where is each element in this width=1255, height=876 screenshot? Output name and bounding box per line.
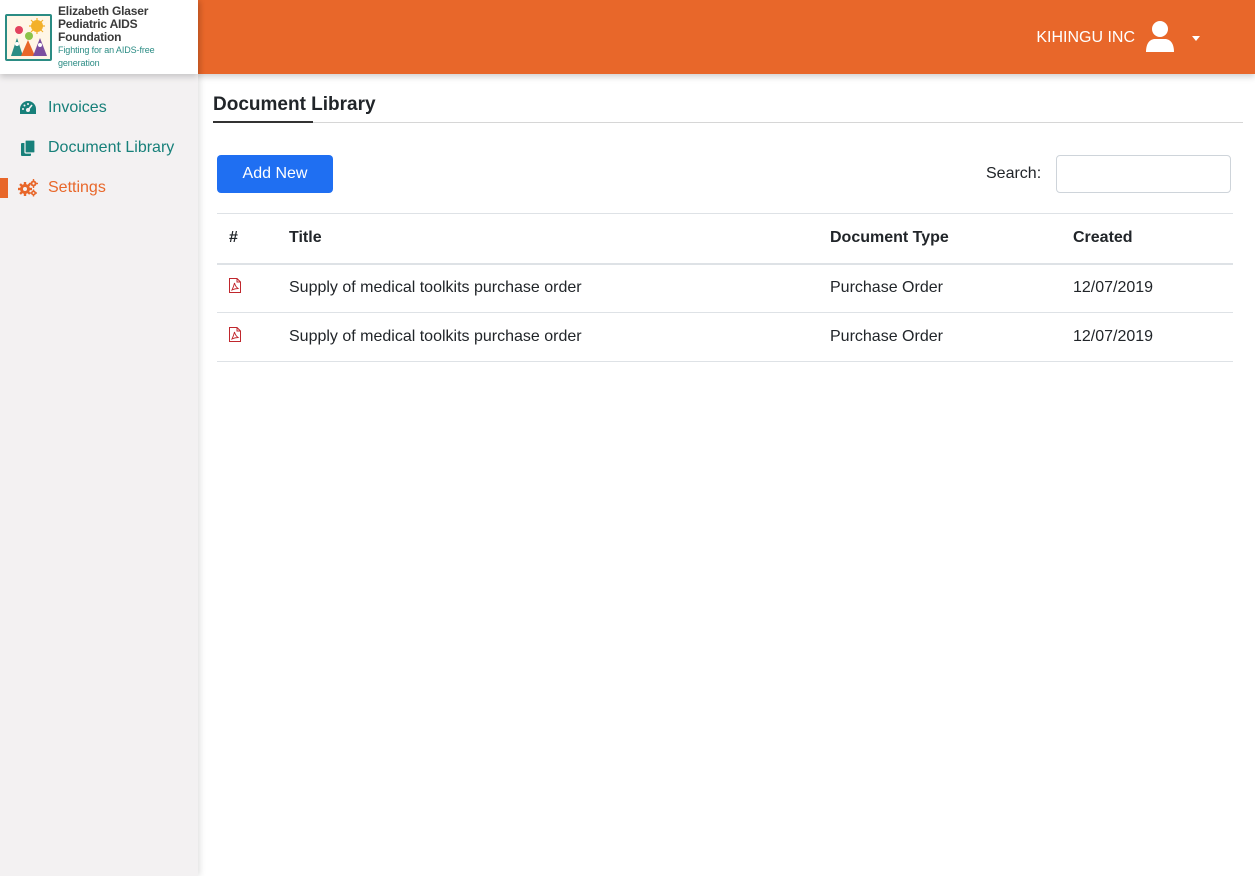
sidebar-nav: Invoices Document Library Settings [0,88,198,208]
column-header-created[interactable]: Created [1061,213,1233,265]
search-label: Search: [986,165,1042,182]
top-bar: KIHINGU INC [198,0,1255,74]
documents-table: # Title Document Type Created Supply of … [217,213,1233,362]
logo-artwork [5,13,52,61]
column-header-number[interactable]: # [217,213,277,265]
sidebar-item-document-library[interactable]: Document Library [0,128,198,168]
title-underline [213,121,313,123]
row-icon-cell [217,263,277,313]
column-header-title[interactable]: Title [277,213,818,265]
main-content: Document Library Add New Search: # Title… [198,74,1255,876]
pdf-file-icon[interactable] [229,327,241,347]
logo-text: Elizabeth Glaser Pediatric AIDS Foundati… [58,3,198,70]
row-icon-cell [217,312,277,362]
caret-down-icon [1192,35,1200,41]
sidebar-item-invoices[interactable]: Invoices [0,88,198,128]
pdf-file-icon[interactable] [229,278,241,298]
page-title: Document Library [213,94,376,115]
sidebar-item-label: Invoices [48,99,107,116]
table-header-row: # Title Document Type Created [217,213,1233,265]
document-type: Purchase Order [818,263,1061,313]
active-indicator [0,178,8,198]
dashboard-icon [18,98,38,118]
page-header: Document Library [213,94,1243,123]
search-input[interactable] [1056,155,1231,193]
sidebar-item-settings[interactable]: Settings [0,168,198,208]
user-name: KIHINGU INC [1036,29,1135,46]
document-type: Purchase Order [818,312,1061,362]
document-title: Supply of medical toolkits purchase orde… [277,312,818,362]
document-title: Supply of medical toolkits purchase orde… [277,263,818,313]
sidebar-item-label: Settings [48,179,106,196]
user-menu[interactable]: KIHINGU INC [1036,18,1200,58]
add-new-button[interactable]: Add New [217,155,333,193]
user-icon [1145,20,1175,57]
table-row[interactable]: Supply of medical toolkits purchase orde… [217,263,1233,313]
sidebar: Elizabeth Glaser Pediatric AIDS Foundati… [0,0,198,876]
document-created: 12/07/2019 [1061,312,1233,362]
cogs-icon [18,178,38,198]
table-row[interactable]: Supply of medical toolkits purchase orde… [217,312,1233,362]
sidebar-item-label: Document Library [48,139,175,156]
logo[interactable]: Elizabeth Glaser Pediatric AIDS Foundati… [0,0,198,74]
column-header-document-type[interactable]: Document Type [818,213,1061,265]
logo-line-1: Elizabeth Glaser [58,3,149,18]
logo-line-2: Pediatric AIDS Foundation [58,16,138,44]
logo-tagline: Fighting for an AIDS-free generation [58,44,155,68]
documents-icon [18,138,38,158]
document-created: 12/07/2019 [1061,263,1233,313]
